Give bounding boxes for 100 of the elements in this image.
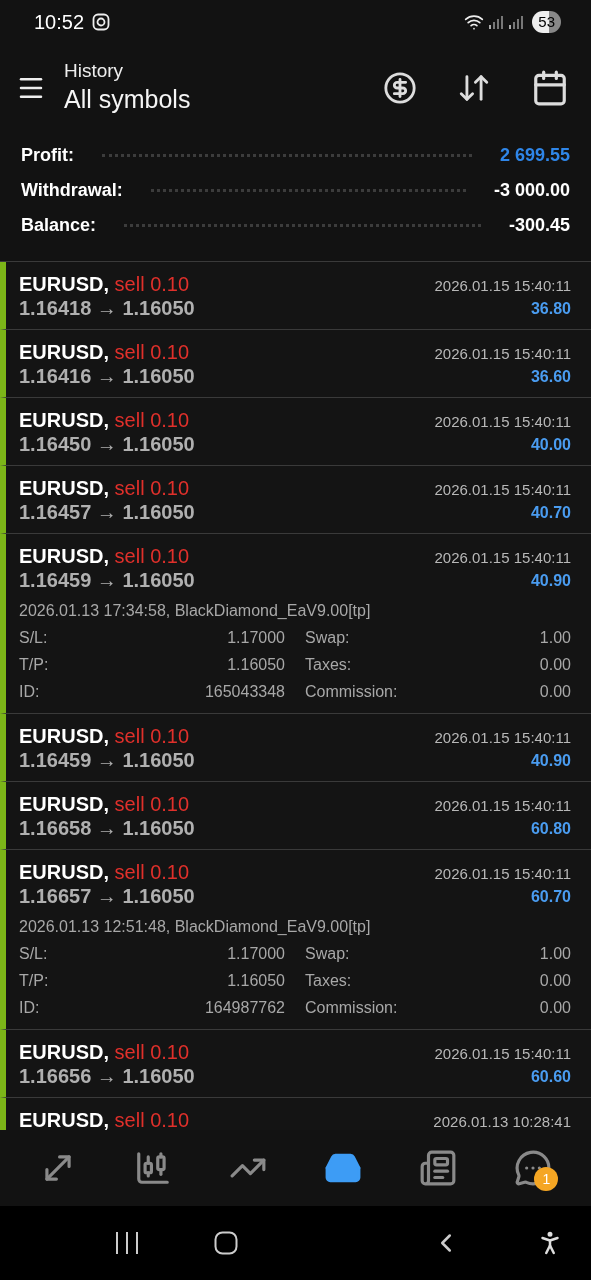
- page-title: All symbols: [64, 84, 192, 115]
- deal-time: 2026.01.15 15:40:11: [434, 864, 571, 884]
- field-label: T/P:: [19, 971, 50, 991]
- field-value: 1.16050: [226, 655, 285, 675]
- camera-app-icon: [92, 13, 111, 31]
- summary-value: -3 000.00: [493, 179, 570, 202]
- deal-prices: 1.16658 → 1.16050: [19, 816, 195, 840]
- deal-row[interactable]: EURUSD, sell 0.10 2026.01.15 15:40:11 1.16457 → 1.16050 40.70: [0, 466, 591, 534]
- newspaper-icon: [419, 1149, 458, 1187]
- field-value: 165043348: [203, 682, 285, 702]
- deal-profit: 40.90: [530, 751, 571, 771]
- deal-row[interactable]: EURUSD, sell 0.10 2026.01.15 15:40:11 1.16657 → 1.16050 60.70 2026.01.13 12:51:48, BlackDiamond_EaV9.00[tp] S/L: 1.17000 Swap: 1.00 T/P: 1.16050 Taxes: 0.00 ID: 164987762 Commission: 0.00: [0, 850, 591, 1030]
- deal-prices: 1.16457 → 1.16050: [19, 500, 195, 524]
- deal-symbol: EURUSD,: [19, 1041, 109, 1063]
- field-value: 1.16050: [226, 971, 285, 991]
- battery-indicator: 53: [532, 11, 561, 33]
- calendar-button[interactable]: [531, 69, 569, 107]
- field-label: T/P:: [19, 655, 50, 675]
- deal-prices: 1.16459 → 1.16050: [19, 748, 195, 772]
- deal-row[interactable]: EURUSD, sell 0.10 2026.01.15 15:40:11 1.16450 → 1.16050 40.00: [0, 398, 591, 466]
- deal-symbol: EURUSD,: [19, 725, 109, 747]
- recent-apps-icon[interactable]: [114, 1231, 140, 1255]
- field-label: S/L:: [19, 944, 49, 964]
- field-value: 0.00: [539, 655, 571, 675]
- field-value: 1.00: [539, 628, 571, 648]
- deal-type: sell 0.10: [114, 1109, 190, 1130]
- field-label: S/L:: [19, 628, 49, 648]
- deal-profit: 40.70: [530, 503, 571, 523]
- deal-symbol: EURUSD,: [19, 793, 109, 815]
- wifi-icon: [464, 12, 485, 32]
- deal-row[interactable]: EURUSD, sell 0.10 2026.01.15 15:40:11 1.16418 → 1.16050 36.80: [0, 262, 591, 330]
- field-label: Commission:: [305, 682, 399, 702]
- summary-label: Withdrawal:: [21, 179, 123, 202]
- deal-time: 2026.01.15 15:40:11: [434, 276, 571, 296]
- deal-symbol: EURUSD,: [19, 861, 109, 883]
- field-value: 1.17000: [226, 944, 285, 964]
- deal-type: sell 0.10: [114, 725, 190, 747]
- summary-label: Balance:: [21, 214, 97, 237]
- deal-type: sell 0.10: [114, 341, 190, 363]
- field-label: Taxes:: [305, 655, 353, 675]
- deal-time: 2026.01.15 15:40:11: [434, 1044, 571, 1064]
- deal-symbol: EURUSD,: [19, 477, 109, 499]
- dollar-cycle-button[interactable]: [383, 71, 417, 105]
- field-label: Commission:: [305, 998, 399, 1018]
- field-value: 0.00: [539, 998, 571, 1018]
- deal-symbol: EURUSD,: [19, 1109, 109, 1130]
- field-value: 1.17000: [226, 628, 285, 648]
- deal-profit: 60.80: [530, 819, 571, 839]
- deal-type: sell 0.10: [114, 545, 190, 567]
- clock: 10:52: [34, 10, 85, 35]
- field-label: Taxes:: [305, 971, 353, 991]
- deal-type: sell 0.10: [114, 409, 190, 431]
- summary-value: -300.45: [508, 214, 570, 237]
- deal-profit: 36.80: [530, 299, 571, 319]
- deal-symbol: EURUSD,: [19, 273, 109, 295]
- deal-time: 2026.01.15 15:40:11: [434, 480, 571, 500]
- deal-time: 2026.01.15 15:40:11: [434, 412, 571, 432]
- deal-type: sell 0.10: [114, 273, 190, 295]
- field-label: Swap:: [305, 944, 351, 964]
- deal-open-info: 2026.01.13 12:51:48, BlackDiamond_EaV9.00[tp]: [19, 917, 372, 937]
- unread-badge: 1: [534, 1167, 559, 1191]
- summary-value: 2 699.55: [499, 144, 570, 167]
- field-value: 1.00: [539, 944, 571, 964]
- deal-time: 2026.01.15 15:40:11: [434, 548, 571, 568]
- deal-row[interactable]: EURUSD, sell 0.10 2026.01.15 15:40:11 1.16656 → 1.16050 60.60: [0, 1030, 591, 1098]
- deal-row[interactable]: EURUSD, sell 0.10 2026.01.15 15:40:11 1.16416 → 1.16050 36.60: [0, 330, 591, 398]
- deal-profit: 36.60: [530, 367, 571, 387]
- signal-icon: [488, 14, 505, 30]
- deal-type: sell 0.10: [114, 793, 190, 815]
- deal-time: 2026.01.15 15:40:11: [434, 344, 571, 364]
- deal-row[interactable]: EURUSD, sell 0.10 2026.01.15 15:40:11 1.16459 → 1.16050 40.90: [0, 714, 591, 782]
- field-label: Swap:: [305, 628, 351, 648]
- signal-icon: [508, 14, 525, 30]
- deal-profit: 40.90: [530, 571, 571, 591]
- field-label: ID:: [19, 998, 41, 1018]
- deal-prices: 1.16459 → 1.16050: [19, 568, 195, 592]
- deal-time: 2026.01.15 15:40:11: [434, 728, 571, 748]
- section-label: History: [64, 60, 125, 82]
- deal-type: sell 0.10: [114, 1041, 190, 1063]
- field-value: 0.00: [539, 682, 571, 702]
- deal-row[interactable]: EURUSD, sell 0.10 2026.01.15 15:40:11 1.16658 → 1.16050 60.80: [0, 782, 591, 850]
- field-value: 0.00: [539, 971, 571, 991]
- deal-profit: 60.60: [530, 1067, 571, 1087]
- summary-label: Profit:: [21, 144, 74, 167]
- deal-time: 2026.01.13 10:28:41: [433, 1112, 571, 1130]
- chat-bubble-icon: [514, 1149, 553, 1187]
- deal-prices: 1.16418 → 1.16050: [19, 296, 195, 320]
- deal-type: sell 0.10: [114, 477, 190, 499]
- deal-symbol: EURUSD,: [19, 341, 109, 363]
- deal-symbol: EURUSD,: [19, 545, 109, 567]
- deal-profit: 60.70: [530, 887, 571, 907]
- deal-prices: 1.16657 → 1.16050: [19, 884, 195, 908]
- field-value: 164987762: [203, 998, 285, 1018]
- home-icon[interactable]: [213, 1231, 238, 1255]
- deal-prices: 1.16450 → 1.16050: [19, 432, 195, 456]
- deal-prices: 1.16416 → 1.16050: [19, 364, 195, 388]
- deal-row[interactable]: EURUSD, sell 0.10 2026.01.15 15:40:11 1.16459 → 1.16050 40.90 2026.01.13 17:34:58, BlackDiamond_EaV9.00[tp] S/L: 1.17000 Swap: 1.00 T/P: 1.16050 Taxes: 0.00 ID: 165043348 Commission: 0.00: [0, 534, 591, 714]
- deal-symbol: EURUSD,: [19, 409, 109, 431]
- deal-prices: 1.16656 → 1.16050: [19, 1064, 195, 1088]
- deal-type: sell 0.10: [114, 861, 190, 883]
